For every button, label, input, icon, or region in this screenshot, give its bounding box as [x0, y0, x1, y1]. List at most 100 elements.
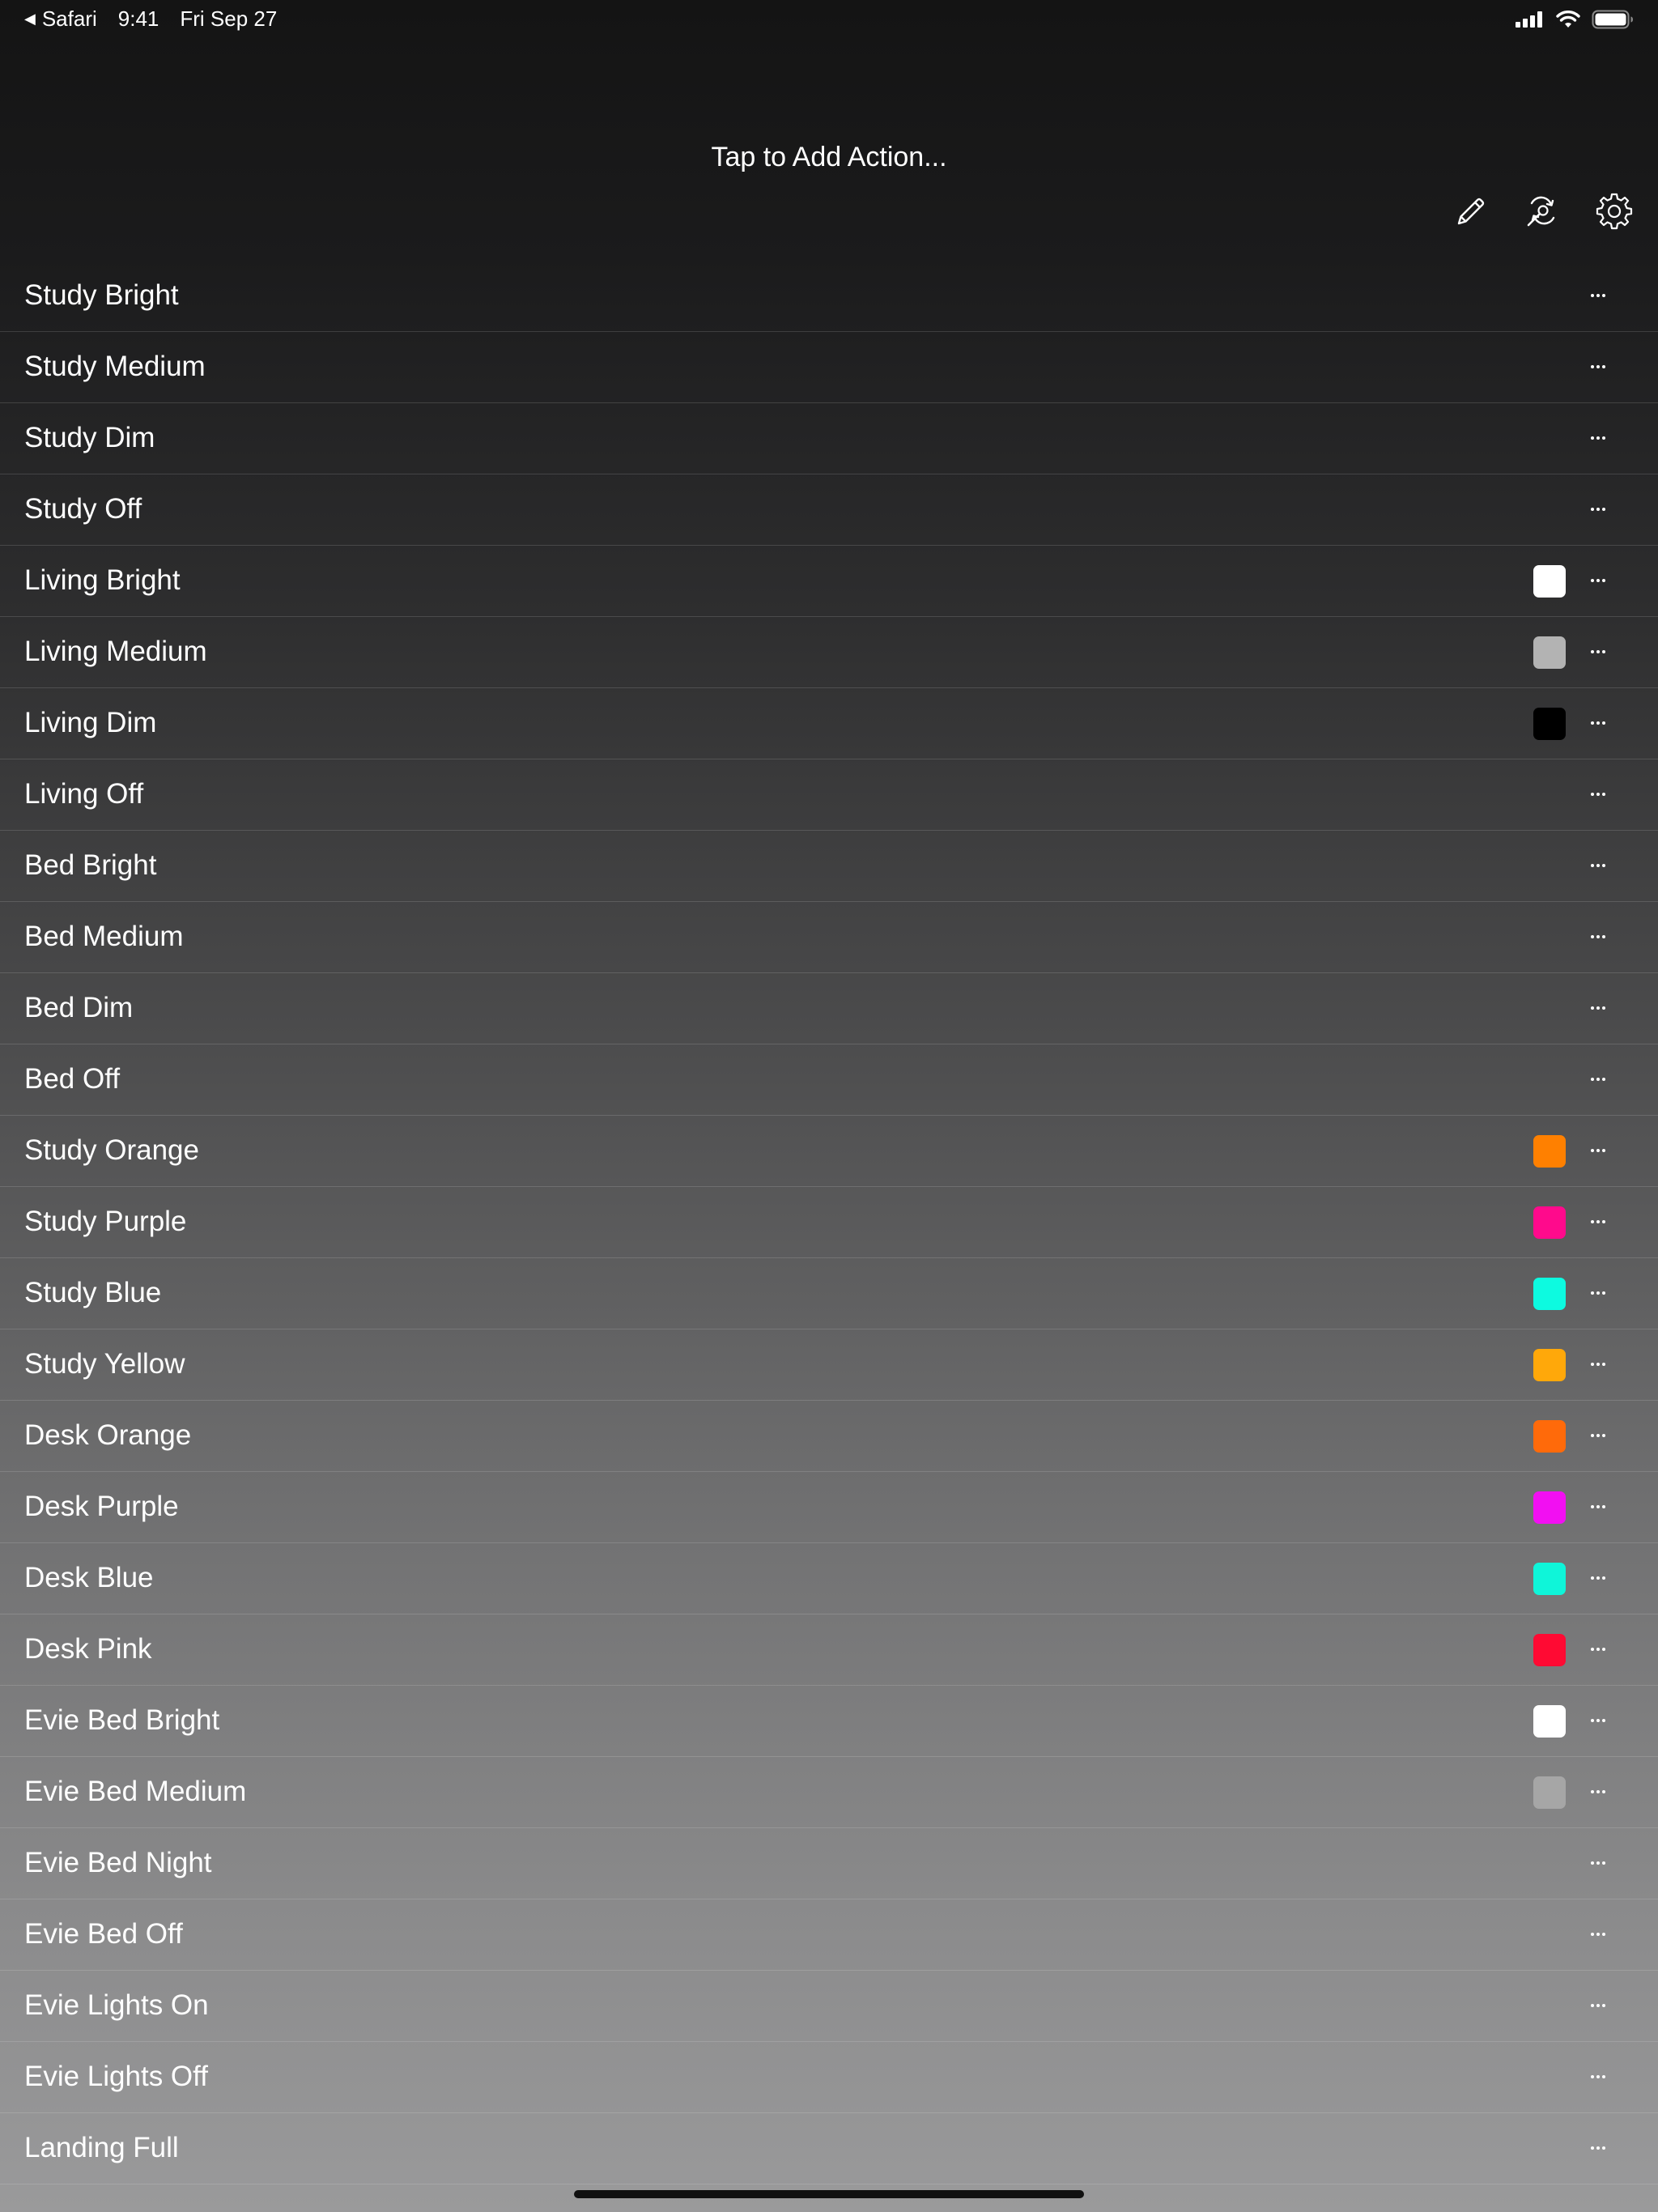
- more-ellipsis-icon: [1591, 721, 1605, 725]
- action-row[interactable]: Desk Pink: [0, 1614, 1658, 1686]
- action-label: Bed Medium: [24, 921, 184, 952]
- more-ellipsis-icon: [1591, 650, 1605, 653]
- action-label: Living Medium: [24, 636, 207, 667]
- more-button[interactable]: [1579, 632, 1618, 672]
- action-row[interactable]: Evie Bed Bright: [0, 1686, 1658, 1757]
- action-label: Bed Off: [24, 1063, 121, 1095]
- more-ellipsis-icon: [1591, 294, 1605, 297]
- action-row[interactable]: Evie Bed Off: [0, 1899, 1658, 1971]
- more-button[interactable]: [1579, 1273, 1618, 1313]
- color-swatch: [1533, 1206, 1566, 1239]
- action-row[interactable]: Evie Bed Medium: [0, 1757, 1658, 1828]
- more-ellipsis-icon: [1591, 365, 1605, 368]
- action-row[interactable]: Bed Off: [0, 1044, 1658, 1116]
- action-row[interactable]: Desk Purple: [0, 1472, 1658, 1543]
- action-row[interactable]: Study Medium: [0, 332, 1658, 403]
- status-bar: ◀ Safari 9:41 Fri Sep 27: [0, 0, 1658, 39]
- more-button[interactable]: [1579, 1202, 1618, 1242]
- more-ellipsis-icon: [1591, 1291, 1605, 1295]
- more-button[interactable]: [1579, 774, 1618, 815]
- color-swatch: [1533, 1420, 1566, 1453]
- action-row[interactable]: Living Bright: [0, 546, 1658, 617]
- action-label: Bed Dim: [24, 992, 134, 1023]
- more-ellipsis-icon: [1591, 579, 1605, 582]
- action-row[interactable]: Study Dim: [0, 403, 1658, 474]
- action-row[interactable]: Study Orange: [0, 1116, 1658, 1187]
- status-time: 9:41: [117, 6, 159, 31]
- more-button[interactable]: [1579, 1558, 1618, 1598]
- add-action-title[interactable]: Tap to Add Action...: [0, 138, 1658, 177]
- more-button[interactable]: [1579, 1772, 1618, 1812]
- more-button[interactable]: [1579, 703, 1618, 743]
- more-button[interactable]: [1579, 347, 1618, 387]
- action-row[interactable]: Study Blue: [0, 1258, 1658, 1329]
- action-row[interactable]: Study Purple: [0, 1187, 1658, 1258]
- more-button[interactable]: [1579, 275, 1618, 316]
- more-ellipsis-icon: [1591, 2004, 1605, 2007]
- more-button[interactable]: [1579, 1629, 1618, 1670]
- action-label: Study Blue: [24, 1277, 162, 1308]
- action-row[interactable]: Study Bright: [0, 261, 1658, 332]
- more-button[interactable]: [1579, 845, 1618, 886]
- action-row[interactable]: Desk Blue: [0, 1543, 1658, 1614]
- color-swatch: [1533, 1278, 1566, 1310]
- action-row[interactable]: Bed Dim: [0, 973, 1658, 1044]
- action-row[interactable]: Evie Bed Night: [0, 1828, 1658, 1899]
- more-ellipsis-icon: [1591, 793, 1605, 796]
- action-row[interactable]: Landing Full: [0, 2113, 1658, 2184]
- action-row[interactable]: Evie Lights On: [0, 1971, 1658, 2042]
- action-label: Evie Bed Medium: [24, 1776, 247, 1807]
- more-button[interactable]: [1579, 489, 1618, 530]
- more-ellipsis-icon: [1591, 1006, 1605, 1010]
- more-button[interactable]: [1579, 988, 1618, 1028]
- color-swatch: [1533, 1563, 1566, 1595]
- more-button[interactable]: [1579, 2128, 1618, 2168]
- action-row[interactable]: Bed Medium: [0, 902, 1658, 973]
- action-row[interactable]: Desk Orange: [0, 1401, 1658, 1472]
- more-button[interactable]: [1579, 1130, 1618, 1171]
- more-button[interactable]: [1579, 1344, 1618, 1385]
- action-label: Study Off: [24, 493, 142, 525]
- more-ellipsis-icon: [1591, 864, 1605, 867]
- color-swatch: [1533, 636, 1566, 669]
- action-label: Evie Lights Off: [24, 2061, 208, 2092]
- settings-button[interactable]: [1594, 191, 1635, 232]
- more-button[interactable]: [1579, 1487, 1618, 1527]
- refresh-search-button[interactable]: [1523, 191, 1563, 232]
- more-button[interactable]: [1579, 1914, 1618, 1955]
- action-label: Desk Pink: [24, 1633, 152, 1665]
- action-label: Desk Orange: [24, 1419, 192, 1451]
- battery-icon: [1592, 10, 1633, 29]
- more-button[interactable]: [1579, 418, 1618, 458]
- action-row[interactable]: Living Medium: [0, 617, 1658, 688]
- more-ellipsis-icon: [1591, 436, 1605, 440]
- action-label: Living Dim: [24, 707, 157, 738]
- more-ellipsis-icon: [1591, 1363, 1605, 1366]
- action-row[interactable]: Bed Bright: [0, 831, 1658, 902]
- action-row[interactable]: Study Off: [0, 474, 1658, 546]
- status-date: Fri Sep 27: [180, 6, 278, 31]
- back-to-app[interactable]: ◀ Safari 9:41 Fri Sep 27: [24, 6, 277, 32]
- more-button[interactable]: [1579, 1415, 1618, 1456]
- more-button[interactable]: [1579, 1843, 1618, 1883]
- action-row[interactable]: Evie Lights Off: [0, 2042, 1658, 2113]
- more-button[interactable]: [1579, 2057, 1618, 2097]
- more-ellipsis-icon: [1591, 2075, 1605, 2078]
- action-label: Desk Blue: [24, 1562, 154, 1593]
- edit-button[interactable]: [1451, 191, 1491, 232]
- more-ellipsis-icon: [1591, 1220, 1605, 1223]
- more-button[interactable]: [1579, 1985, 1618, 2026]
- more-button[interactable]: [1579, 1700, 1618, 1741]
- cellular-signal-icon: [1516, 11, 1542, 28]
- more-ellipsis-icon: [1591, 1576, 1605, 1580]
- action-row[interactable]: Living Off: [0, 759, 1658, 831]
- action-row[interactable]: Living Dim: [0, 688, 1658, 759]
- more-button[interactable]: [1579, 1059, 1618, 1100]
- home-indicator[interactable]: [574, 2190, 1084, 2198]
- more-button[interactable]: [1579, 917, 1618, 957]
- action-row[interactable]: Study Yellow: [0, 1329, 1658, 1401]
- pencil-icon: [1457, 198, 1485, 225]
- action-label: Evie Lights On: [24, 1989, 209, 2021]
- wifi-icon: [1556, 11, 1580, 28]
- more-button[interactable]: [1579, 560, 1618, 601]
